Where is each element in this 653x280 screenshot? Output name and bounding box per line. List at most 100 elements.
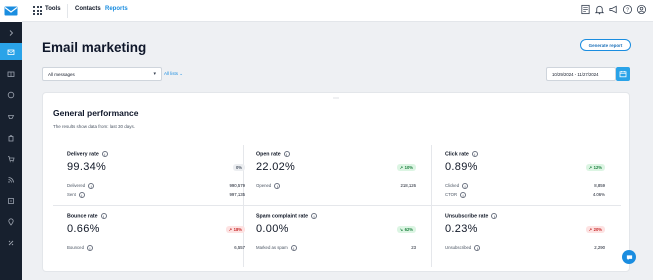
info-icon[interactable]: i bbox=[283, 151, 290, 157]
generate-report-button[interactable]: Generate report bbox=[580, 39, 631, 51]
trend-badge: 0% bbox=[232, 164, 245, 171]
date-range-input[interactable]: 10/29/2024 - 11/27/2024 bbox=[546, 67, 616, 81]
megaphone-icon[interactable] bbox=[608, 4, 619, 15]
brand-logo[interactable] bbox=[0, 0, 22, 22]
info-icon[interactable]: i bbox=[491, 213, 498, 219]
top-bar: Tools Contacts Reports ? bbox=[0, 0, 653, 22]
metric-value: 0.23% bbox=[445, 223, 478, 235]
sidebar-item-campaigns[interactable] bbox=[0, 43, 22, 60]
trend-badge: ↗ 10% bbox=[396, 164, 416, 171]
nav-contacts[interactable]: Contacts bbox=[75, 6, 101, 12]
info-icon[interactable]: i bbox=[290, 245, 297, 251]
metric-click-rate: Click rate i 0.89% ↗ 12% Clicked i 8,859 CTO… bbox=[445, 151, 605, 201]
info-icon[interactable]: i bbox=[78, 192, 85, 198]
metric-row: Sent i 997,135 bbox=[67, 192, 245, 198]
metric-bounce-rate: Bounce rate i 0.66% ↗ 18% Bounced i 6,557 bbox=[67, 213, 245, 253]
drag-handle-icon[interactable]: ⋯ bbox=[333, 95, 339, 102]
chevron-down-icon: ▾ bbox=[153, 71, 156, 77]
arrow-up-icon: ↗ bbox=[588, 227, 593, 232]
calendar-button[interactable] bbox=[616, 67, 630, 81]
metric-unsubscribe-rate: Unsubscribe rate i 0.23% ↗ 20% Unsubscribe… bbox=[445, 213, 605, 253]
campaigns-icon bbox=[7, 49, 15, 55]
metric-row: Marked as spam i 23 bbox=[256, 245, 416, 251]
metric-open-rate: Open rate i 22.02% ↗ 10% Opened i 218,126 bbox=[256, 151, 416, 201]
lists-filter-label: All lists bbox=[164, 71, 179, 76]
shop-icon bbox=[8, 134, 14, 141]
info-icon[interactable]: i bbox=[311, 213, 318, 219]
calendar-icon bbox=[619, 71, 627, 78]
chevron-down-icon: ⌄ bbox=[179, 71, 184, 76]
rss-icon bbox=[8, 176, 14, 183]
arrow-up-icon: ↗ bbox=[399, 165, 404, 170]
bell-icon[interactable] bbox=[594, 4, 605, 15]
sidebar-item-location[interactable] bbox=[0, 213, 22, 230]
tools-menu[interactable]: Tools bbox=[45, 6, 61, 12]
metric-value: 0.89% bbox=[445, 161, 478, 173]
info-icon[interactable]: i bbox=[86, 245, 93, 251]
topbar-divider bbox=[67, 4, 68, 18]
page-title: Email marketing bbox=[42, 40, 147, 55]
trend-badge: ↗ 18% bbox=[225, 226, 245, 233]
transactional-icon bbox=[7, 114, 15, 119]
trend-badge: ↘ 62% bbox=[396, 226, 416, 233]
info-icon[interactable]: i bbox=[100, 213, 107, 219]
cart-icon bbox=[8, 155, 15, 162]
metric-value: 0.00% bbox=[256, 223, 289, 235]
sidebar-item-integrations[interactable] bbox=[0, 234, 22, 251]
metric-row: Clicked i 8,859 bbox=[445, 183, 605, 189]
metric-row: CTOR i 4.06% bbox=[445, 192, 605, 198]
sidebar-item-rss[interactable] bbox=[0, 171, 22, 188]
trend-badge: ↗ 20% bbox=[585, 226, 605, 233]
metric-value: 99.34% bbox=[67, 161, 107, 173]
chat-bubble-icon bbox=[626, 254, 632, 260]
info-icon[interactable]: i bbox=[101, 151, 108, 157]
crm-icon bbox=[8, 197, 14, 204]
metric-label: Unsubscribe rate i bbox=[445, 213, 498, 219]
metric-label: Bounce rate i bbox=[67, 213, 107, 219]
metric-row: Bounced i 6,557 bbox=[67, 245, 245, 251]
envelope-icon bbox=[4, 6, 18, 16]
messages-select[interactable]: All messages ▾ bbox=[42, 67, 162, 81]
messages-select-value: All messages bbox=[48, 71, 75, 77]
info-icon[interactable]: i bbox=[474, 245, 481, 251]
arrow-down-icon: ↘ bbox=[399, 227, 404, 232]
metric-label: Spam complaint rate i bbox=[256, 213, 318, 219]
card-title: General performance bbox=[53, 108, 139, 118]
svg-text:?: ? bbox=[626, 7, 629, 13]
notes-icon[interactable] bbox=[580, 4, 591, 15]
general-performance-card: ⋯ General performance The results show d… bbox=[42, 92, 630, 272]
metric-row: Unsubscribed i 2,290 bbox=[445, 245, 605, 251]
sidebar-item-shop[interactable] bbox=[0, 129, 22, 146]
info-icon[interactable]: i bbox=[88, 183, 95, 189]
account-icon[interactable] bbox=[636, 4, 647, 15]
sidebar-item-automation[interactable] bbox=[0, 65, 22, 82]
metric-label: Delivery rate i bbox=[67, 151, 108, 157]
apps-grid-icon[interactable] bbox=[33, 6, 42, 15]
sidebar-item-conversations[interactable] bbox=[0, 86, 22, 103]
sidebar-item-transactional[interactable] bbox=[0, 108, 22, 125]
column-divider bbox=[431, 145, 432, 267]
automation-icon bbox=[7, 71, 15, 77]
sidebar-item-cart[interactable] bbox=[0, 150, 22, 167]
card-subtitle: The results show data from: last 30 days… bbox=[53, 124, 136, 129]
location-icon bbox=[8, 217, 14, 226]
info-icon[interactable]: i bbox=[471, 151, 478, 157]
info-icon[interactable]: i bbox=[274, 183, 281, 189]
lists-filter-link[interactable]: All lists ⌄ bbox=[164, 71, 183, 77]
info-icon[interactable]: i bbox=[462, 183, 469, 189]
metric-row: Delivered i 990,579 bbox=[67, 183, 245, 189]
arrow-up-icon: ↗ bbox=[228, 227, 233, 232]
sidebar bbox=[0, 22, 22, 280]
integrations-icon bbox=[8, 240, 14, 245]
sidebar-item-crm[interactable] bbox=[0, 192, 22, 209]
metric-row: Opened i 218,126 bbox=[256, 183, 416, 189]
sidebar-expand-icon[interactable] bbox=[0, 24, 22, 41]
chat-icon bbox=[7, 91, 15, 98]
nav-reports[interactable]: Reports bbox=[105, 6, 128, 12]
metric-spam-complaint-rate: Spam complaint rate i 0.00% ↘ 62% Marked a… bbox=[256, 213, 416, 253]
chat-support-button[interactable] bbox=[622, 250, 636, 264]
metric-value: 0.66% bbox=[67, 223, 100, 235]
help-icon[interactable]: ? bbox=[622, 4, 633, 15]
info-icon[interactable]: i bbox=[460, 192, 467, 198]
row-divider bbox=[53, 205, 621, 206]
